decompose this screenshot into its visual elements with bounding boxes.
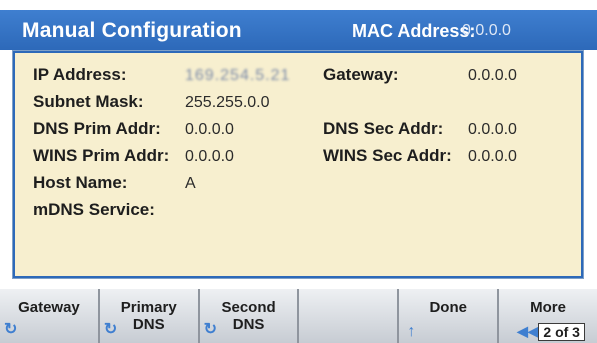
wins-prim-addr-label: WINS Prim Addr: <box>33 146 170 165</box>
softkey-bar: Gateway ↻ Primary DNS ↻ Second DNS ↻ Don… <box>0 289 597 343</box>
double-left-arrow-icon: ◀◀ <box>517 323 539 339</box>
title-bar: Manual Configuration MAC Address: 0.0.0.… <box>0 10 597 50</box>
rotary-knob-icon: ↻ <box>103 321 118 338</box>
host-name-label: Host Name: <box>33 173 128 192</box>
second-dns-softkey[interactable]: Second DNS ↻ <box>199 289 300 343</box>
mac-address-value: 0.0.0.0 <box>462 22 511 39</box>
page-title: Manual Configuration <box>22 19 242 42</box>
more-softkey[interactable]: More ◀◀ 2 of 3 <box>499 289 597 343</box>
rotary-knob-icon: ↻ <box>203 321 218 338</box>
dns-prim-addr-value[interactable]: 0.0.0.0 <box>185 121 234 139</box>
more-softkey-label: More <box>530 299 566 316</box>
rotary-knob-icon: ↻ <box>4 321 18 338</box>
gateway-softkey-label: Gateway <box>18 299 80 316</box>
page-indicator: 2 of 3 <box>538 323 585 341</box>
primary-dns-softkey[interactable]: Primary DNS ↻ <box>99 289 200 343</box>
dns-sec-addr-label: DNS Sec Addr: <box>323 119 444 138</box>
dns-sec-addr-value[interactable]: 0.0.0.0 <box>468 121 517 139</box>
gateway-label: Gateway: <box>323 65 399 84</box>
gateway-softkey[interactable]: Gateway ↻ <box>0 289 100 343</box>
dns-prim-addr-label: DNS Prim Addr: <box>33 119 161 138</box>
subnet-mask-value[interactable]: 255.255.0.0 <box>185 94 270 112</box>
done-softkey-label: Done <box>429 299 467 316</box>
mdns-service-label: mDNS Service: <box>33 200 155 219</box>
wins-sec-addr-value[interactable]: 0.0.0.0 <box>468 148 517 166</box>
instrument-screen: Manual Configuration MAC Address: 0.0.0.… <box>0 0 597 343</box>
host-name-value[interactable]: A <box>185 175 196 193</box>
gateway-value[interactable]: 0.0.0.0 <box>468 67 517 85</box>
blank-softkey-label <box>299 289 397 299</box>
wins-prim-addr-value[interactable]: 0.0.0.0 <box>185 148 234 166</box>
blank-softkey[interactable] <box>299 289 400 343</box>
wins-sec-addr-label: WINS Sec Addr: <box>323 146 452 165</box>
arrow-up-icon: ↑ <box>407 323 416 340</box>
ip-address-label: IP Address: <box>33 65 127 84</box>
subnet-mask-label: Subnet Mask: <box>33 92 144 111</box>
ip-address-value[interactable]: 169.254.5.21 <box>185 67 290 85</box>
network-config-panel: IP Address: 169.254.5.21 Gateway: 0.0.0.… <box>12 50 584 279</box>
done-softkey[interactable]: Done ↑ <box>399 289 500 343</box>
mac-address-label: MAC Address: <box>352 21 476 41</box>
